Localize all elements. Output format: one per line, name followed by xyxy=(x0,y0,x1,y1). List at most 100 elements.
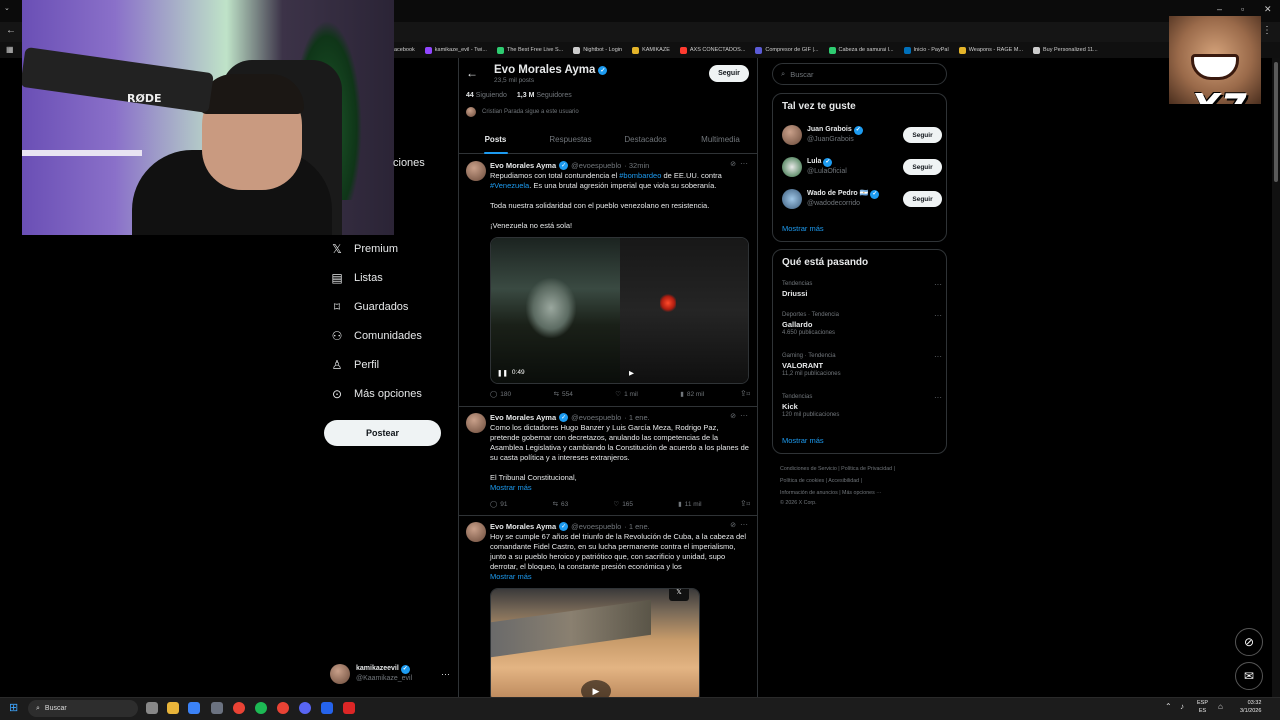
tweet[interactable]: Evo Morales Ayma ✓ @evoespueblo · 1 ene. ⊘… xyxy=(458,516,758,697)
views-button[interactable]: ▮ 82 mil xyxy=(680,390,704,399)
task-view-icon[interactable] xyxy=(146,702,158,714)
bookmark-item[interactable]: Compresor de GIF |... xyxy=(755,46,819,54)
avatar[interactable] xyxy=(466,161,486,181)
account-switcher[interactable]: kamikazeevil ✓ @Kaamikaze_evil ··· xyxy=(330,662,450,686)
more-icon[interactable]: ··· xyxy=(740,159,748,168)
network-icon[interactable]: ⌂ xyxy=(1218,702,1223,711)
more-icon[interactable]: ··· xyxy=(934,393,942,402)
share-icon[interactable]: ⇪ xyxy=(740,499,747,508)
chrome-icon[interactable] xyxy=(233,702,245,714)
views-button[interactable]: ▮ 11 mil xyxy=(678,500,701,509)
chrome-icon[interactable] xyxy=(277,702,289,714)
more-icon[interactable]: ··· xyxy=(934,311,942,320)
tweet[interactable]: Evo Morales Ayma ✓ @evoespueblo · 1 ene. ⊘… xyxy=(458,407,758,516)
reply-button[interactable]: ◯ 91 xyxy=(490,500,508,509)
back-icon[interactable]: ← xyxy=(6,25,16,36)
trend-item[interactable]: Gaming · Tendencia VALORANT 11,2 mil pub… xyxy=(782,352,942,379)
bookmark-item[interactable]: kamikaze_evil - Twi... xyxy=(424,46,487,54)
avatar[interactable] xyxy=(466,522,486,542)
play-icon[interactable]: ▶ xyxy=(629,369,634,377)
show-more-link[interactable]: Mostrar más xyxy=(782,436,824,445)
trend-item[interactable]: Tendencias Driussi ··· xyxy=(782,280,942,298)
nav-item-partial[interactable]: ciones xyxy=(393,157,425,169)
app-icon[interactable] xyxy=(321,702,333,714)
messages-icon[interactable]: ✉ xyxy=(1235,662,1263,690)
search-input[interactable]: ⌕ Buscar xyxy=(772,63,947,85)
nav-item-listas[interactable]: ▤ Listas xyxy=(330,271,382,285)
avatar[interactable] xyxy=(466,413,486,433)
tab-multimedia[interactable]: Multimedia xyxy=(683,126,758,153)
suggested-user[interactable]: Juan Grabois ✓ @JuanGrabois Seguir xyxy=(782,121,942,149)
followers-stat[interactable]: 1,3 M Seguidores xyxy=(517,92,572,99)
trend-item[interactable]: Tendencias Kick 120 mil publicaciones ··… xyxy=(782,393,942,420)
nav-item-mas-opciones[interactable]: ⊙ Más opciones xyxy=(330,387,422,401)
grok-icon[interactable]: ⊘ xyxy=(730,160,736,168)
tab-destacados[interactable]: Destacados xyxy=(608,126,683,153)
show-more-link[interactable]: Mostrar más xyxy=(490,483,750,493)
bookmark-item[interactable]: KAMIKAZE xyxy=(632,46,670,54)
trend-item[interactable]: Deportes · Tendencia Gallardo 4.650 publ… xyxy=(782,311,942,338)
bookmark-button[interactable]: ⌑ xyxy=(747,500,750,508)
like-button[interactable]: ♡ 165 xyxy=(613,500,633,509)
close-icon[interactable]: ✕ xyxy=(1264,4,1272,15)
bookmark-item[interactable]: The Best Free Live S... xyxy=(496,46,563,54)
language-indicator[interactable]: ESP ES xyxy=(1197,699,1208,715)
tweet[interactable]: Evo Morales Ayma ✓ @evoespueblo · 32min ⊘ … xyxy=(458,155,758,407)
nav-item-perfil[interactable]: ♙ Perfil xyxy=(330,358,379,372)
bookmark-button[interactable]: ⌑ xyxy=(747,390,750,398)
maximize-icon[interactable]: ▫ xyxy=(1241,4,1244,14)
follow-button[interactable]: Seguir xyxy=(709,65,749,82)
play-icon[interactable]: ▶ xyxy=(581,680,611,697)
bookmark-item[interactable]: Buy Personalized 11... xyxy=(1033,46,1098,54)
video-controls[interactable]: ❚❚ 0:49 xyxy=(497,369,525,377)
footer-link[interactable]: Condiciones de Servicio xyxy=(780,466,837,472)
footer-link[interactable]: Accesibilidad xyxy=(828,478,859,484)
apps-grid-icon[interactable]: ▦ xyxy=(6,45,14,54)
store-icon[interactable] xyxy=(188,702,200,714)
more-icon[interactable]: ··· xyxy=(934,352,942,361)
more-icon[interactable]: ··· xyxy=(740,520,748,529)
grok-icon[interactable]: ⊘ xyxy=(730,412,736,420)
suggested-user[interactable]: Lula ✓ @LulaOficial Seguir xyxy=(782,153,942,181)
post-button[interactable]: Postear xyxy=(324,420,441,446)
footer-link[interactable]: Información de anuncios xyxy=(780,490,838,496)
taskbar-search[interactable]: ⌕ Buscar xyxy=(28,700,138,717)
show-more-link[interactable]: Mostrar más xyxy=(490,572,750,582)
nav-item-premium[interactable]: 𝕏 Premium xyxy=(330,242,398,256)
following-stat[interactable]: 44 Siguiendo xyxy=(466,92,507,99)
nav-item-comunidades[interactable]: ⚇ Comunidades xyxy=(330,329,422,343)
repost-button[interactable]: ⇆ 63 xyxy=(553,500,569,509)
tab-respuestas[interactable]: Respuestas xyxy=(533,126,608,153)
reply-button[interactable]: ◯ 180 xyxy=(490,390,511,399)
video-player[interactable]: 𝕏 ▶ xyxy=(490,588,700,697)
follow-button[interactable]: Seguir xyxy=(903,191,942,207)
windows-start-icon[interactable]: ⊞ xyxy=(9,701,18,714)
grok-icon[interactable]: ⊘ xyxy=(730,521,736,529)
video-player[interactable]: ❚❚ 0:49 ▶ xyxy=(490,237,749,384)
chevron-down-icon[interactable]: ⌄ xyxy=(4,4,10,12)
hashtag-link[interactable]: #bombardeo xyxy=(619,171,661,180)
chevron-up-icon[interactable]: ⌃ xyxy=(1165,702,1172,711)
minimize-icon[interactable]: – xyxy=(1217,4,1222,14)
pause-icon[interactable]: ❚❚ xyxy=(497,369,508,377)
like-button[interactable]: ♡ 1 mil xyxy=(615,390,638,399)
bookmark-item[interactable]: Weapons - RAGE M... xyxy=(958,46,1023,54)
share-icon[interactable]: ⇪ xyxy=(740,389,747,398)
microphone-icon[interactable]: ♪ xyxy=(1180,702,1184,711)
file-explorer-icon[interactable] xyxy=(167,702,179,714)
bookmark-item[interactable]: Nightbot - Login xyxy=(573,46,622,54)
clock[interactable]: 03:32 3/1/2026 xyxy=(1240,699,1261,715)
bookmark-item[interactable]: AXS CONECTADOS... xyxy=(679,46,745,54)
menu-dots-icon[interactable]: ⋮ xyxy=(1262,25,1272,36)
app-icon[interactable] xyxy=(211,702,223,714)
footer-link[interactable]: Más opciones ··· xyxy=(842,490,881,496)
bookmark-item[interactable]: Inicio - PayPal xyxy=(903,46,949,54)
hashtag-link[interactable]: #Venezuela xyxy=(490,181,529,190)
tab-posts[interactable]: Posts xyxy=(458,126,533,153)
repost-button[interactable]: ⇆ 554 xyxy=(554,390,573,399)
bookmark-item[interactable]: Cabeza de samurai l... xyxy=(828,46,894,54)
footer-link[interactable]: Política de Privacidad xyxy=(841,466,892,472)
spotify-icon[interactable] xyxy=(255,702,267,714)
nav-item-guardados[interactable]: ⌑ Guardados xyxy=(330,300,409,314)
grok-icon[interactable]: ⊘ xyxy=(1235,628,1263,656)
